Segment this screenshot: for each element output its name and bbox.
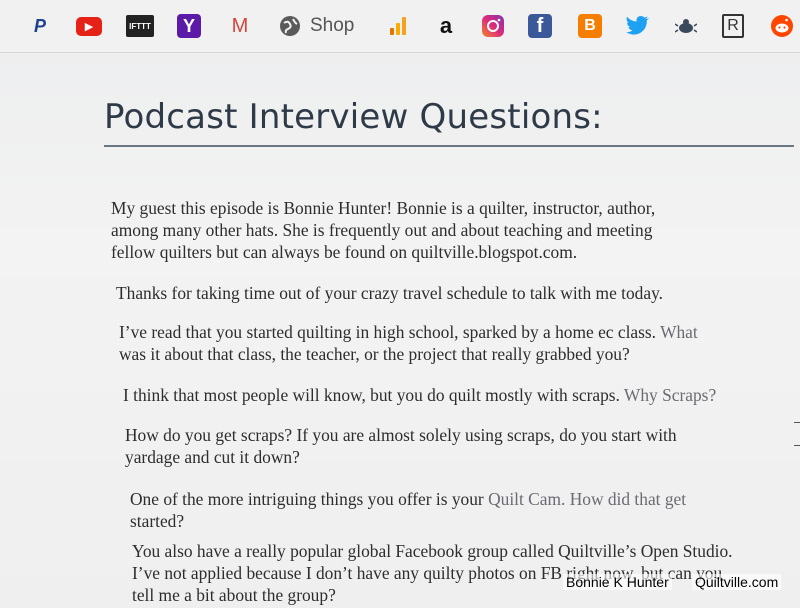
home-ec-line-1b: What — [656, 322, 698, 342]
bookmark-ifttt[interactable]: IFTTT — [126, 12, 154, 40]
instagram-icon — [481, 14, 505, 38]
bookmark-instagram[interactable] — [481, 12, 505, 40]
page-edge-mark — [794, 445, 800, 446]
quilt-cam-line-1b: Quilt Cam. How did that get — [483, 489, 687, 509]
bookmark-r[interactable]: R — [722, 12, 744, 40]
bookmarks-bar: P ▶ IFTTT Y M Shop a f B R — [0, 0, 800, 53]
bug-icon — [674, 14, 698, 38]
ifttt-icon: IFTTT — [126, 15, 154, 37]
bookmark-yahoo[interactable]: Y — [177, 12, 201, 40]
bookmark-gmail[interactable]: M — [228, 12, 252, 40]
paragraph-intro: My guest this episode is Bonnie Hunter! … — [111, 197, 791, 263]
analytics-icon — [386, 14, 410, 38]
page-edge-mark — [794, 422, 800, 423]
home-ec-line-1a: I’ve read that you started quilting in h… — [119, 322, 657, 342]
bookmark-bug[interactable] — [674, 12, 698, 40]
bookmark-analytics[interactable] — [386, 12, 410, 40]
r-icon: R — [722, 14, 744, 38]
intro-line-2: among many other hats. She is frequently… — [111, 220, 653, 240]
question-get-scraps: How do you get scraps? If you are almost… — [125, 424, 800, 468]
paypal-icon: P — [33, 15, 46, 36]
home-ec-line-2: was it about that class, the teacher, or… — [119, 344, 630, 364]
intro-line-1: My guest this episode is Bonnie Hunter! … — [111, 198, 656, 218]
scraps-line-1b: Why Scraps? — [619, 385, 717, 405]
home-ec-line-1: I’ve read that you started quilting in h… — [119, 321, 799, 343]
scraps-line-1a: I think that most people will know, but … — [123, 385, 620, 405]
thanks-line-1: Thanks for taking time out of your crazy… — [116, 283, 663, 303]
get-scraps-line-1: How do you get scraps? If you are almost… — [125, 425, 677, 445]
document-page: Podcast Interview Questions: My guest th… — [0, 53, 800, 608]
question-home-ec: I’ve read that you started quilting in h… — [119, 321, 799, 365]
bookmark-amazon[interactable]: a — [434, 12, 458, 40]
question-facebook-group: You also have a really popular global Fa… — [132, 540, 800, 606]
bookmark-paypal[interactable]: P — [28, 12, 52, 40]
reddit-icon — [770, 14, 794, 38]
quilt-cam-line-1: One of the more intriguing things you of… — [130, 488, 800, 510]
title-divider — [104, 145, 794, 147]
bookmark-shop[interactable]: Shop — [278, 12, 354, 40]
youtube-icon: ▶ — [76, 16, 102, 36]
gmail-icon: M — [231, 14, 249, 37]
get-scraps-line-2: yardage and cut it down? — [125, 447, 300, 467]
bookmark-reddit[interactable] — [770, 12, 794, 40]
watermark-author: Bonnie K Hunter — [563, 574, 672, 590]
amazon-icon: a — [439, 13, 453, 38]
bookmark-youtube[interactable]: ▶ — [76, 12, 102, 40]
bookmark-twitter[interactable] — [626, 12, 650, 40]
blogger-icon: B — [578, 14, 602, 38]
facebook-group-line-1: You also have a really popular global Fa… — [132, 541, 733, 561]
bookmark-blogger[interactable]: B — [578, 12, 602, 40]
intro-line-3: fellow quilters but can always be found … — [111, 242, 578, 262]
twitter-icon — [626, 14, 650, 38]
facebook-icon: f — [528, 14, 552, 38]
watermark-site: Quiltville.com — [692, 574, 782, 590]
quilt-cam-line-2: started? — [130, 511, 185, 531]
document-title: Podcast Interview Questions: — [104, 97, 603, 137]
yahoo-icon: Y — [177, 14, 201, 38]
question-quilt-cam: One of the more intriguing things you of… — [130, 488, 800, 532]
shop-globe-icon — [278, 14, 302, 38]
question-scraps: I think that most people will know, but … — [123, 384, 800, 406]
shop-label: Shop — [310, 15, 355, 36]
bookmark-facebook[interactable]: f — [528, 12, 552, 40]
scraps-line-1: I think that most people will know, but … — [123, 384, 800, 406]
quilt-cam-line-1a: One of the more intriguing things you of… — [130, 489, 484, 509]
paragraph-thanks: Thanks for taking time out of your crazy… — [116, 282, 796, 304]
